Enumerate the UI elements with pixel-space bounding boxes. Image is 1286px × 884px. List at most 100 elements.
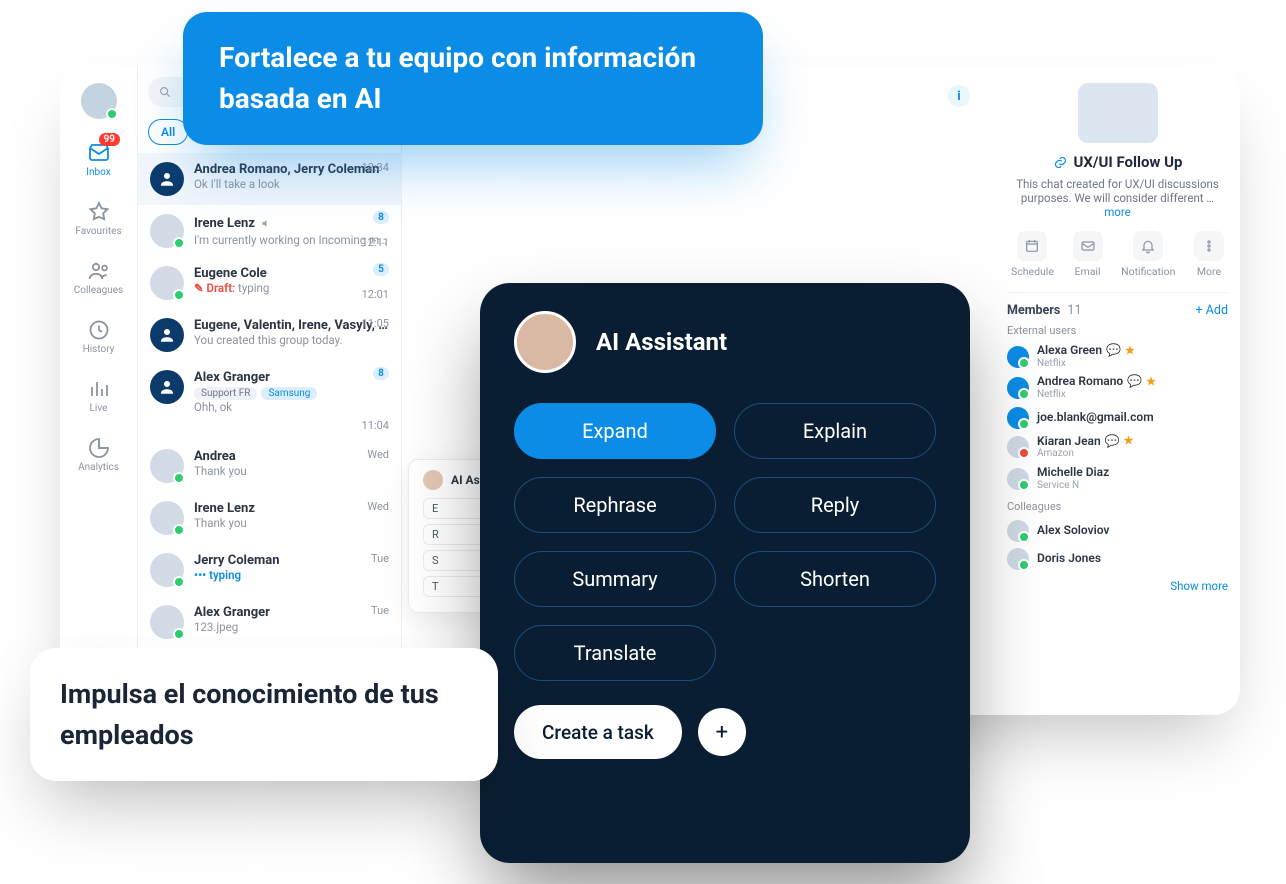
avatar-icon [423,470,443,490]
member-item[interactable]: Alex Soloviov [1007,517,1228,545]
nav-history[interactable]: History [60,310,137,363]
action-schedule[interactable]: Schedule [1011,231,1054,278]
conversation-item[interactable]: AndreaThank youWed [138,440,401,492]
conversation-name: Alex Granger [194,370,270,385]
assistant-title: AI Assistant [596,328,727,356]
conversation-name: Irene Lenz [194,216,255,231]
conversation-preview: Ok I'll take a look [194,177,389,191]
conversation-time: Wed [367,500,389,513]
member-item[interactable]: Michelle DiazService N [1007,463,1228,494]
ai-assistant-card: AI Assistant Expand Explain Rephrase Rep… [480,283,970,863]
conversation-item[interactable]: Alex Granger123.jpeg Tue [138,596,401,648]
conversation-time: 12:34 [362,161,389,174]
conversation-item[interactable]: Eugene Cole✎ Draft: typing512:01 [138,257,401,309]
conversation-name: Eugene, Valentin, Irene, Vasyly, E… [194,318,389,333]
member-item[interactable]: Kiaran Jean💬★Amazon [1007,432,1228,463]
conversation-item[interactable]: Alex GrangerSupport FRSamsungOhh, ok811:… [138,361,401,440]
calendar-icon [1017,231,1047,261]
info-icon[interactable]: i [948,85,970,107]
avatar-icon [1007,548,1029,570]
callout-headline: Fortalece a tu equipo con información ba… [183,12,763,145]
avatar-icon [1007,468,1029,490]
nav-label: Inbox [86,167,110,178]
pill-shorten[interactable]: Shorten [734,551,936,607]
conversation-list: Andrea Romano, Jerry ColemanOk I'll take… [138,153,401,700]
conversation-item[interactable]: Irene LenzThank youWed [138,492,401,544]
member-item[interactable]: joe.blank@gmail.com [1007,404,1228,432]
avatar-icon [150,605,184,639]
avatar-icon [1007,436,1029,458]
conversation-name: Jerry Coleman [194,553,280,568]
avatar-icon [150,266,184,300]
action-more[interactable]: More [1194,231,1224,278]
member-org: Amazon [1037,448,1134,460]
star-icon: ★ [1125,345,1135,358]
chat-description: This chat created for UX/UI discussions … [1009,177,1226,219]
conversation-item[interactable]: Andrea Romano, Jerry ColemanOk I'll take… [138,153,401,205]
assistant-avatar [514,311,576,373]
member-name: Michelle Diaz [1037,466,1109,480]
desc-more[interactable]: more [1104,205,1131,219]
conversation-preview: 123.jpeg [194,620,389,634]
action-notification[interactable]: Notification [1121,231,1175,278]
conversation-time: Tue [371,604,389,617]
pill-explain[interactable]: Explain [734,403,936,459]
members-count: 11 [1067,303,1081,318]
nav-analytics[interactable]: Analytics [60,428,137,481]
conversation-item[interactable]: Irene Lenz I'm currently working on Incom… [138,205,401,257]
mail-icon [1073,231,1103,261]
conversation-name: Andrea Romano, Jerry Coleman [194,162,379,177]
avatar-icon [150,449,184,483]
external-users-heading: External users [1007,324,1228,337]
nav-live[interactable]: Live [60,369,137,422]
bell-icon [1133,231,1163,261]
star-icon: ★ [1124,435,1134,448]
member-name: Alex Soloviov [1037,524,1109,538]
team-avatar-icon [150,162,184,196]
nav-label: History [83,344,115,355]
nav-inbox[interactable]: 99 Inbox [60,133,137,186]
member-item[interactable]: Andrea Romano💬★Netflix [1007,372,1228,403]
add-member[interactable]: + Add [1196,303,1228,318]
show-more[interactable]: Show more [1007,579,1228,593]
action-email[interactable]: Email [1073,231,1103,278]
avatar-icon [1007,520,1029,542]
pill-expand[interactable]: Expand [514,403,716,459]
clock-icon [87,318,111,342]
avatar-icon [150,553,184,587]
peek-title: AI As [451,473,480,487]
member-name: Doris Jones [1037,552,1101,566]
member-name: joe.blank@gmail.com [1037,411,1154,425]
team-avatar-icon [150,370,184,404]
member-item[interactable]: Doris Jones [1007,545,1228,573]
dots-icon [1194,231,1224,261]
pill-translate[interactable]: Translate [514,625,716,681]
avatar-icon [150,501,184,535]
add-button[interactable]: + [698,708,746,756]
member-item[interactable]: Alexa Green💬★Netflix [1007,341,1228,372]
member-org: Netflix [1037,389,1156,401]
conversation-preview: Thank you [194,464,389,478]
members-label: Members [1007,303,1060,318]
pill-rephrase[interactable]: Rephrase [514,477,716,533]
muted-icon [261,214,272,233]
conversation-name: Irene Lenz [194,501,255,516]
pill-reply[interactable]: Reply [734,477,936,533]
unread-badge: 8 [373,367,389,380]
nav-colleagues[interactable]: Colleagues [60,251,137,304]
conversation-preview: I'm currently working on Incoming mes… [194,233,389,247]
conversation-preview: You created this group today. [194,333,389,347]
unread-badge: 8 [373,211,389,224]
nav-label: Analytics [78,462,119,473]
pill-summary[interactable]: Summary [514,551,716,607]
conversation-item[interactable]: Jerry Coleman••• typingTue [138,544,401,596]
create-task-button[interactable]: Create a task [514,705,682,759]
nav-favourites[interactable]: Favourites [60,192,137,245]
conversation-item[interactable]: Eugene, Valentin, Irene, Vasyly, E…You c… [138,309,401,361]
conversation-name: Alex Granger [194,605,270,620]
conversation-name: Eugene Cole [194,266,267,281]
conversation-time: Wed [367,448,389,461]
chat-bubble-icon: 💬 [1106,344,1121,358]
me-avatar[interactable] [81,83,117,119]
chat-title: UX/UI Follow Up [1074,153,1183,171]
